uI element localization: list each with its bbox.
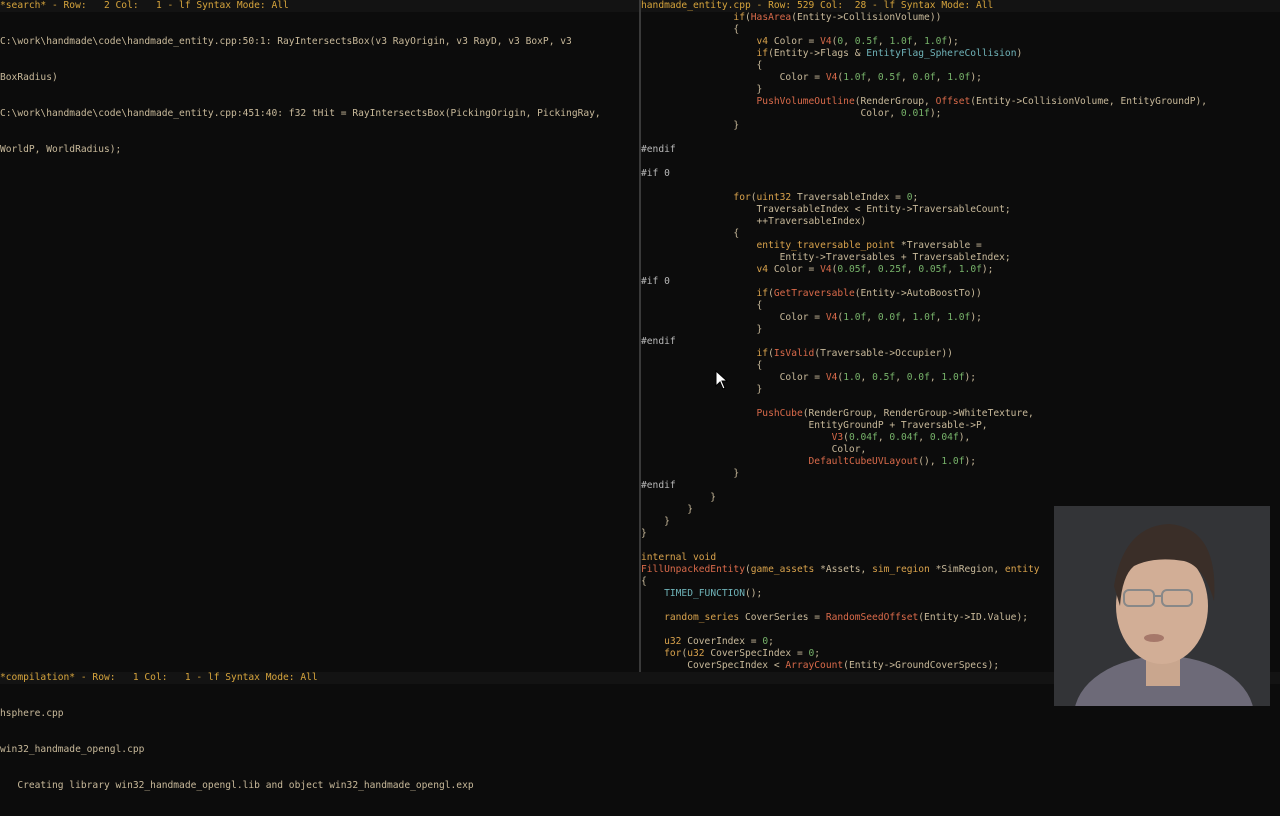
code-line[interactable]: [641, 396, 1280, 408]
code-line[interactable]: [641, 156, 1280, 168]
code-line[interactable]: if(HasArea(Entity->CollisionVolume)): [641, 12, 1280, 24]
webcam-presenter-image: [1054, 506, 1270, 706]
code-line[interactable]: }: [641, 492, 1280, 504]
code-line[interactable]: #endif: [641, 144, 1280, 156]
code-line[interactable]: v4 Color = V4(0, 0.5f, 1.0f, 1.0f);: [641, 36, 1280, 48]
code-line[interactable]: #endif: [641, 336, 1280, 348]
code-line[interactable]: Color = V4(1.0, 0.5f, 0.0f, 1.0f);: [641, 372, 1280, 384]
code-line[interactable]: TraversableIndex < Entity->TraversableCo…: [641, 204, 1280, 216]
code-line[interactable]: Color = V4(1.0f, 0.5f, 0.0f, 1.0f);: [641, 72, 1280, 84]
code-line[interactable]: }: [641, 84, 1280, 96]
code-line[interactable]: for(uint32 TraversableIndex = 0;: [641, 192, 1280, 204]
code-line[interactable]: #endif: [641, 480, 1280, 492]
code-line[interactable]: Color = V4(1.0f, 0.0f, 1.0f, 1.0f);: [641, 312, 1280, 324]
code-line[interactable]: {: [641, 228, 1280, 240]
search-buffer-modeline: *search* - Row: 2 Col: 1 - lf Syntax Mod…: [0, 0, 639, 12]
code-line[interactable]: ++TraversableIndex): [641, 216, 1280, 228]
code-line[interactable]: entity_traversable_point *Traversable =: [641, 240, 1280, 252]
search-result-line[interactable]: WorldP, WorldRadius);: [0, 144, 639, 156]
code-line[interactable]: {: [641, 24, 1280, 36]
code-line[interactable]: v4 Color = V4(0.05f, 0.25f, 0.05f, 1.0f)…: [641, 264, 1280, 276]
code-line[interactable]: #if 0: [641, 276, 1280, 288]
code-line[interactable]: V3(0.04f, 0.04f, 0.04f),: [641, 432, 1280, 444]
webcam-overlay: [1054, 506, 1270, 706]
compilation-line: win32_handmade_opengl.cpp: [0, 744, 145, 755]
code-line[interactable]: }: [641, 324, 1280, 336]
code-line[interactable]: }: [641, 384, 1280, 396]
code-line[interactable]: Entity->Traversables + TraversableIndex;: [641, 252, 1280, 264]
code-line[interactable]: if(IsValid(Traversable->Occupier)): [641, 348, 1280, 360]
search-result-line[interactable]: BoxRadius): [0, 72, 639, 84]
code-line[interactable]: }: [641, 120, 1280, 132]
mouse-cursor-icon: [715, 369, 729, 393]
code-line[interactable]: EntityGroundP + Traversable->P,: [641, 420, 1280, 432]
code-line[interactable]: {: [641, 300, 1280, 312]
code-line[interactable]: if(GetTraversable(Entity->AutoBoostTo)): [641, 288, 1280, 300]
search-buffer-pane[interactable]: *search* - Row: 2 Col: 1 - lf Syntax Mod…: [0, 0, 639, 672]
code-line[interactable]: PushVolumeOutline(RenderGroup, Offset(En…: [641, 96, 1280, 108]
code-line[interactable]: [641, 180, 1280, 192]
search-results[interactable]: C:\work\handmade\code\handmade_entity.cp…: [0, 12, 639, 180]
code-line[interactable]: {: [641, 60, 1280, 72]
editor-modeline: handmade_entity.cpp - Row: 529 Col: 28 -…: [641, 0, 1280, 12]
code-line[interactable]: #if 0: [641, 168, 1280, 180]
compilation-line: Creating library win32_handmade_opengl.l…: [0, 780, 474, 791]
search-result-line[interactable]: C:\work\handmade\code\handmade_entity.cp…: [0, 108, 639, 120]
code-line[interactable]: Color,: [641, 444, 1280, 456]
search-result-line[interactable]: C:\work\handmade\code\handmade_entity.cp…: [0, 36, 639, 48]
code-line[interactable]: }: [641, 468, 1280, 480]
code-line[interactable]: PushCube(RenderGroup, RenderGroup->White…: [641, 408, 1280, 420]
code-line[interactable]: [641, 132, 1280, 144]
code-line[interactable]: DefaultCubeUVLayout(), 1.0f);: [641, 456, 1280, 468]
code-line[interactable]: {: [641, 360, 1280, 372]
code-line[interactable]: if(Entity->Flags & EntityFlag_SphereColl…: [641, 48, 1280, 60]
compilation-line: hsphere.cpp: [0, 708, 64, 719]
code-line[interactable]: Color, 0.01f);: [641, 108, 1280, 120]
